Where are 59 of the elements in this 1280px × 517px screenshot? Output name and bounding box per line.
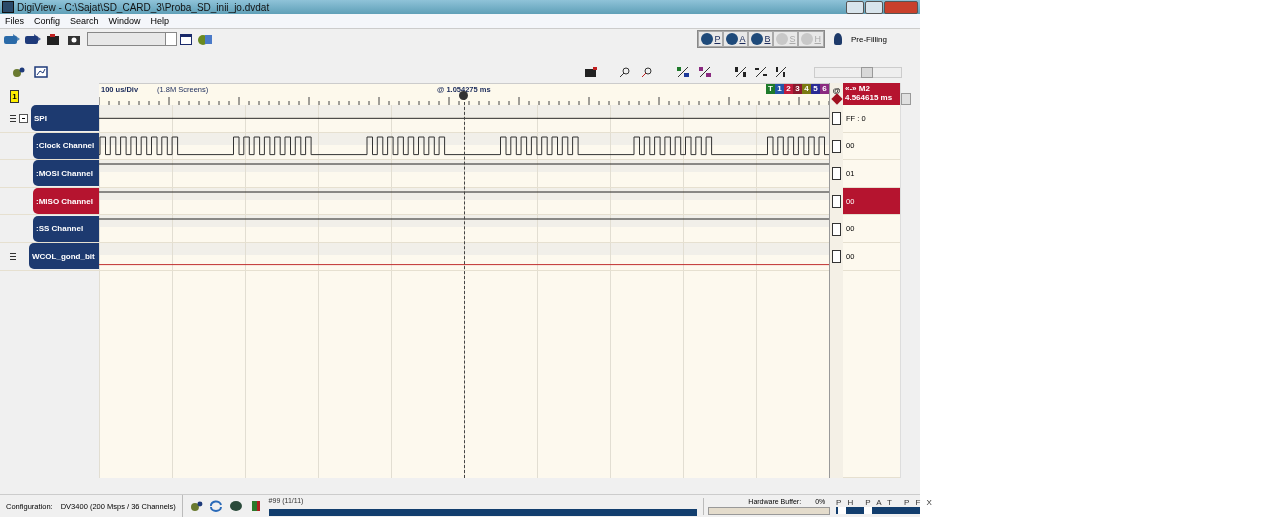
fraction-icon[interactable]	[734, 66, 748, 78]
drag-handle-icon[interactable]	[10, 114, 16, 122]
marker-tab[interactable]: 6	[820, 84, 829, 94]
channel-label[interactable]: :Clock Channel	[33, 132, 99, 159]
window-title: DigiView - C:\Sajat\SD_CARD_3\Proba_SD_inii_jo.dvdat	[17, 1, 270, 13]
channel-label[interactable]: :MISO Channel	[33, 188, 99, 215]
capture-button[interactable]: B	[748, 31, 774, 47]
bracket-icon[interactable]	[832, 112, 841, 126]
bulb-icon	[834, 33, 842, 45]
bracket-icon[interactable]	[832, 139, 841, 153]
zoom-icon[interactable]	[618, 66, 632, 78]
mode-indicator: P A T	[865, 498, 894, 507]
menu-item[interactable]: Window	[103, 16, 146, 26]
minimize-button[interactable]	[846, 0, 864, 14]
channel-label[interactable]: SPI	[31, 105, 99, 132]
fraction-icon[interactable]	[774, 66, 788, 78]
measurement-value: 4.564615 ms	[845, 93, 894, 102]
open-arrow-icon[interactable]	[3, 32, 21, 46]
marker-tab[interactable]: T	[766, 84, 775, 94]
bracket-icon[interactable]	[832, 222, 841, 236]
dropdown-field[interactable]	[87, 32, 177, 46]
drag-handle-icon[interactable]	[10, 252, 16, 260]
window-icon[interactable]	[180, 33, 192, 45]
marker-group-badge[interactable]: 1	[10, 90, 19, 103]
collapse-toggle[interactable]	[19, 113, 28, 123]
menu-item[interactable]: Search	[65, 16, 104, 26]
marker-tab[interactable]: 5	[811, 84, 820, 94]
app-icon	[2, 1, 14, 13]
channel-label[interactable]: :SS Channel	[33, 215, 99, 242]
bracket-icon[interactable]	[832, 195, 841, 209]
channel-label[interactable]: WCOL_gond_bit	[29, 243, 99, 270]
mode-indicator: P F X	[904, 498, 934, 507]
fraction-icon[interactable]	[754, 66, 768, 78]
mode-indicator: P H	[835, 498, 856, 507]
cursor-handle[interactable]	[459, 91, 468, 100]
maximize-button[interactable]	[865, 0, 883, 14]
capture-button[interactable]: A	[723, 31, 749, 47]
marker-tab[interactable]: 1	[775, 84, 784, 94]
channel-label[interactable]: :MOSI Channel	[33, 160, 99, 187]
measurement-title: «-» M2	[845, 84, 871, 93]
chart-icon[interactable]	[34, 66, 48, 78]
bracket-icon[interactable]	[832, 167, 841, 181]
capture-status: Pre-Filling	[851, 34, 887, 44]
menu-item[interactable]: Config	[29, 16, 66, 26]
fraction-icon[interactable]	[698, 66, 712, 78]
menu-item[interactable]: Help	[145, 16, 175, 26]
marker-tab[interactable]: 2	[784, 84, 793, 94]
bracket-icon[interactable]	[832, 250, 841, 264]
save-arrow-icon[interactable]	[24, 32, 42, 46]
horizontal-scrollbar[interactable]	[814, 66, 902, 78]
marker-tab[interactable]: 3	[793, 84, 802, 94]
refresh-icon[interactable]	[208, 500, 223, 512]
menu-item[interactable]: Files	[0, 16, 29, 26]
marker-tab[interactable]: 4	[802, 84, 811, 94]
fraction-icon[interactable]	[676, 66, 690, 78]
marker-symbol: @	[832, 85, 841, 95]
capture-button[interactable]: P	[698, 31, 724, 47]
close-button[interactable]	[884, 0, 918, 14]
zoom-icon[interactable]	[640, 66, 654, 78]
